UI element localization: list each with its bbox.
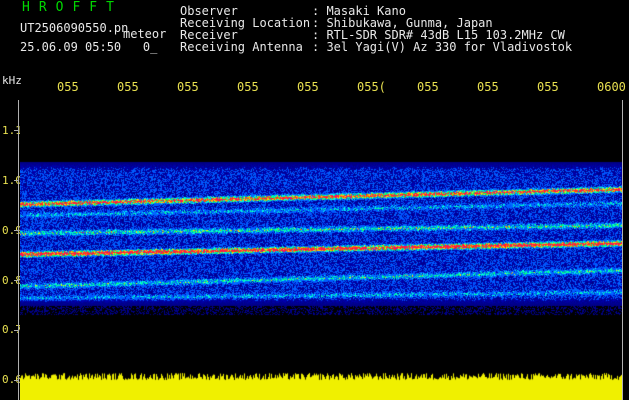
date-time: 25.06.09 05:50 0_ [20,40,157,54]
frequency-unit: kHz [2,74,22,87]
time-tick: 055 [57,80,79,94]
time-tick: 055 [477,80,499,94]
info-values: : Masaki Kano : Shibukawa, Gunma, Japan … [312,5,572,53]
frame-indicator: 0_ [142,40,158,54]
time-tick: 055 [237,80,259,94]
time-tick: 055 [117,80,139,94]
app-title: HROFFT [22,0,123,15]
y-tick-mark [14,130,19,131]
spectrogram [20,100,622,372]
time-tick: 055 [177,80,199,94]
y-tick-mark [14,280,19,281]
time: 05:50 [85,40,122,54]
left-axis-line [18,100,19,400]
info-labels: Observer Receiving Location Receiver Rec… [180,5,310,53]
y-tick-mark [14,380,19,381]
time-tick: 055 [297,80,319,94]
time-tick: 055 [417,80,439,94]
right-axis-line [622,100,623,400]
time-tick: 055 [537,80,559,94]
y-tick-mark [14,330,19,331]
file-name: UT2506090550.pn [20,21,129,35]
signal-level-bar [20,372,622,400]
date: 25.06.09 [20,40,78,54]
y-tick-mark [14,180,19,181]
time-tick: 0600 [597,80,626,94]
antenna-label: Receiving Antenna [180,40,303,54]
time-tick: 055( [357,80,386,94]
antenna-value: : 3el Yagi(V) Az 330 for Vladivostok [312,40,573,54]
y-tick-mark [14,230,19,231]
station-name: meteor [123,27,167,41]
